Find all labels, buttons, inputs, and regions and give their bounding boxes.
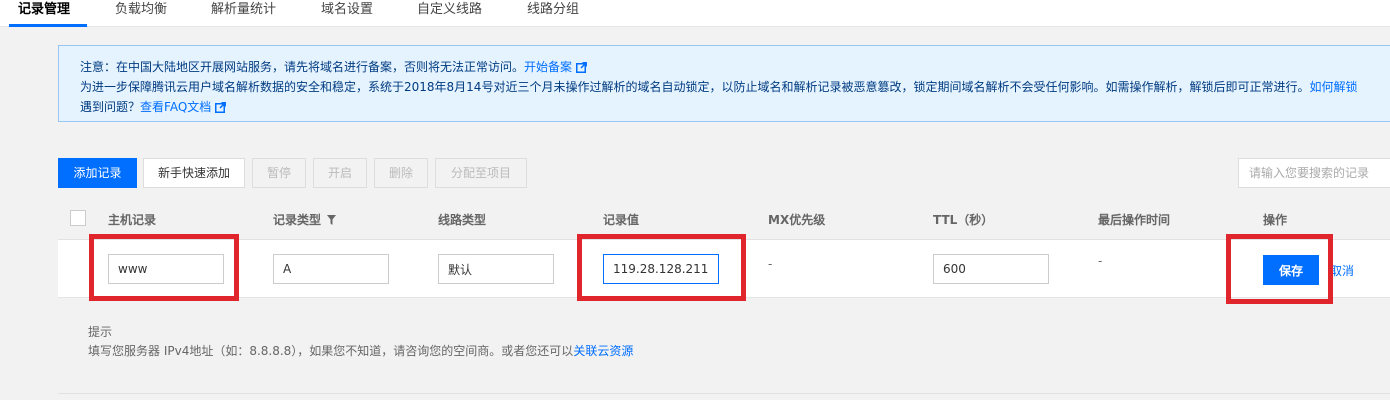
header-ttl: TTL（秒）: [933, 213, 994, 227]
notice-line-3: 遇到问题？查看FAQ文档: [80, 97, 1390, 117]
tab-record-management[interactable]: 记录管理: [18, 2, 70, 18]
filter-icon[interactable]: [327, 215, 337, 225]
notice-text-3: 遇到问题？: [80, 100, 141, 114]
hint-panel: 提示 填写您服务器 IPv4地址（如：8.8.8.8），如果您不知道，请咨询您的…: [58, 299, 1390, 394]
notice-banner: 注意：在中国大陆地区开展网站服务，请先将域名进行备案，否则将无法正常访问。开始备…: [58, 45, 1390, 122]
record-type-select[interactable]: [273, 254, 389, 284]
header-line-type: 线路类型: [438, 213, 487, 227]
ttl-input[interactable]: [933, 254, 1049, 284]
faq-doc-link[interactable]: 查看FAQ文档: [140, 100, 211, 114]
external-link-icon: [576, 62, 587, 73]
header-mx-priority: MX优先级: [768, 213, 826, 227]
external-link-icon: [215, 102, 227, 113]
line-type-select[interactable]: [438, 254, 554, 284]
tab-resolution-stats[interactable]: 解析量统计: [211, 2, 276, 18]
header-record-value: 记录值: [603, 213, 640, 227]
active-tab-indicator: [9, 24, 87, 27]
record-search-input[interactable]: [1238, 158, 1390, 188]
assign-project-button[interactable]: 分配至项目: [435, 158, 527, 188]
header-last-operation: 最后操作时间: [1098, 213, 1171, 227]
tab-domain-settings[interactable]: 域名设置: [321, 2, 373, 18]
delete-button[interactable]: 删除: [374, 158, 428, 188]
notice-line-2: 为进一步保障腾讯云用户域名解析数据的安全和稳定，系统于2018年8月14号对近三…: [80, 77, 1390, 97]
last-operation-value: -: [1098, 254, 1103, 268]
table-row: - - 保存 取消: [58, 240, 1390, 298]
enable-button[interactable]: 开启: [313, 158, 367, 188]
header-record-type-label: 记录类型: [273, 213, 322, 227]
tab-load-balancing[interactable]: 负载均衡: [115, 2, 167, 18]
mx-priority-value: -: [768, 257, 773, 271]
select-all-checkbox[interactable]: [70, 210, 86, 226]
tab-line-groups[interactable]: 线路分组: [527, 2, 579, 18]
notice-text-1: 注意：在中国大陆地区开展网站服务，请先将域名进行备案，否则将无法正常访问。: [80, 60, 525, 74]
host-record-input[interactable]: [108, 254, 224, 284]
hint-text: 填写您服务器 IPv4地址（如：8.8.8.8），如果您不知道，请咨询您的空间商…: [88, 342, 633, 359]
save-button[interactable]: 保存: [1263, 255, 1319, 285]
pause-button[interactable]: 暂停: [252, 158, 306, 188]
cancel-link[interactable]: 取消: [1330, 262, 1354, 279]
notice-line-1: 注意：在中国大陆地区开展网站服务，请先将域名进行备案，否则将无法正常访问。开始备…: [80, 57, 1390, 77]
header-record-type: 记录类型: [273, 211, 337, 228]
header-host: 主机记录: [108, 213, 157, 227]
add-record-button[interactable]: 添加记录: [58, 158, 137, 188]
link-cloud-resource-link[interactable]: 关联云资源: [573, 344, 633, 358]
quick-add-button[interactable]: 新手快速添加: [143, 158, 245, 188]
tab-custom-lines[interactable]: 自定义线路: [417, 2, 482, 18]
hint-body: 填写您服务器 IPv4地址（如：8.8.8.8），如果您不知道，请咨询您的空间商…: [88, 344, 574, 358]
header-operations: 操作: [1263, 213, 1288, 227]
hint-title: 提示: [88, 325, 113, 339]
how-to-unlock-link[interactable]: 如何解锁: [1309, 80, 1357, 94]
start-filing-link[interactable]: 开始备案: [524, 60, 572, 74]
notice-text-2: 为进一步保障腾讯云用户域名解析数据的安全和稳定，系统于2018年8月14号对近三…: [80, 80, 1310, 94]
top-tab-bar: 记录管理 负载均衡 解析量统计 域名设置 自定义线路 线路分组: [0, 0, 1390, 27]
table-header: 主机记录 记录类型 线路类型 记录值 MX优先级 TTL（秒） 最后操作时间 操…: [58, 198, 1390, 240]
record-value-input[interactable]: [603, 254, 719, 284]
